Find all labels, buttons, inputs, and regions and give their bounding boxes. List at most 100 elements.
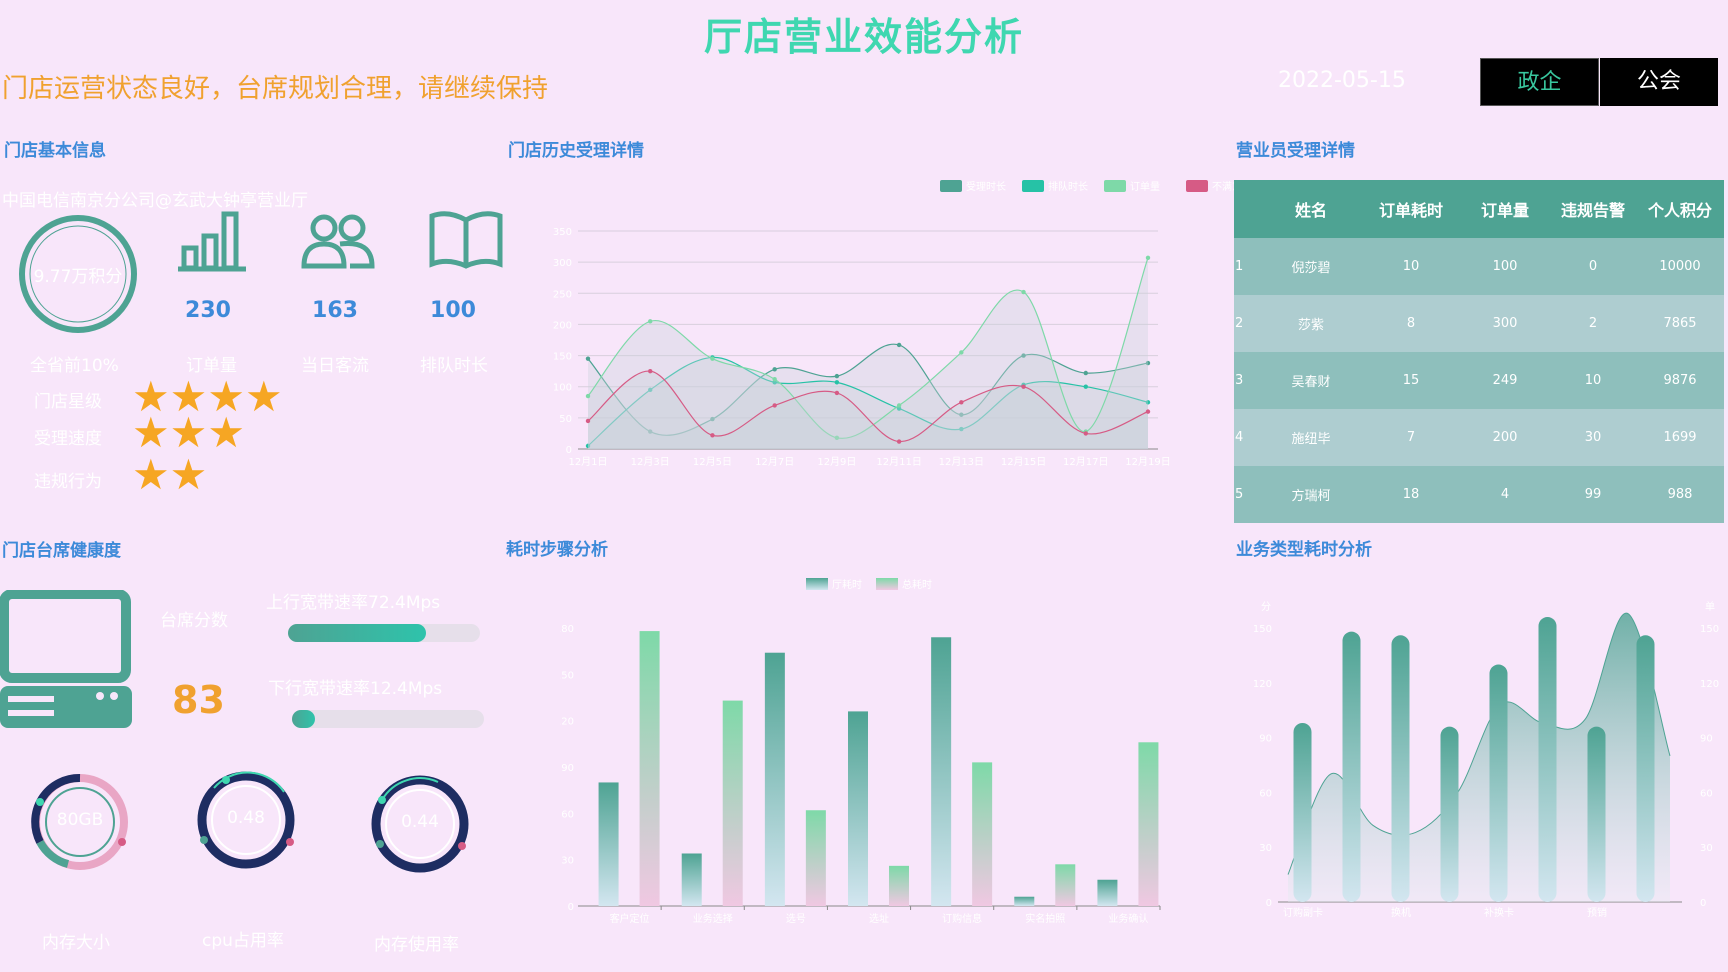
legend-swatch: [806, 578, 828, 590]
score-value: 9.77万积分: [33, 267, 123, 287]
data-point: [772, 403, 777, 408]
union-button[interactable]: 公会: [1600, 58, 1718, 106]
legend-label: 总耗时: [902, 578, 932, 591]
x-tick-label: 预销: [1587, 906, 1607, 919]
bar-total-time: [805, 810, 826, 906]
rating-label-speed: 受理速度: [34, 429, 102, 449]
data-point: [710, 356, 715, 361]
legend-swatch: [940, 180, 962, 192]
column-header-index: [1234, 180, 1260, 238]
table-row[interactable]: 2 莎紫 8 300 2 7865: [1234, 295, 1724, 352]
star-icon: ★: [244, 372, 283, 421]
legend-label: 受理时长: [966, 181, 1006, 193]
bar: [1342, 631, 1361, 902]
table-cell: 10000: [1636, 238, 1724, 295]
table-row[interactable]: 5 方瑞柯 18 4 99 988: [1234, 466, 1724, 523]
x-tick-label: 12月9日: [817, 456, 856, 468]
table-cell: 249: [1460, 352, 1550, 409]
upload-speed-fill: [288, 624, 427, 642]
table-cell: 4: [1234, 409, 1260, 466]
data-point: [585, 393, 591, 399]
x-tick-label: 业务选择: [693, 912, 733, 925]
status-message: 门店运营状态良好，台席规划合理，请继续保持: [2, 74, 549, 104]
legend-label: 订单量: [1130, 181, 1160, 193]
bar: [1293, 722, 1312, 902]
y-tick-label-left: 150: [1253, 624, 1272, 635]
download-speed-label: 下行宽带速率12.4Mps: [268, 679, 443, 699]
data-point: [834, 390, 840, 396]
table-cell: 8: [1362, 295, 1460, 352]
column-header-name: 姓名: [1260, 180, 1362, 238]
table-cell: 200: [1460, 409, 1550, 466]
table-cell: 3: [1234, 352, 1260, 409]
rating-stars-violation: ★★: [132, 454, 207, 496]
store-info-title: 门店基本信息: [4, 141, 106, 161]
y-tick-label: 30: [561, 856, 574, 867]
table-row[interactable]: 4 施纽毕 7 200 30 1699: [1234, 409, 1724, 466]
queue-time-label: 排队时长: [420, 356, 488, 376]
y-tick-label-right: 30: [1700, 843, 1713, 854]
x-tick-label: 12月5日: [693, 456, 732, 468]
cpu-usage-value: 0.48: [227, 808, 265, 828]
legend-swatch: [1186, 180, 1208, 192]
bar-total-time: [1055, 864, 1076, 906]
data-point: [959, 350, 964, 355]
column-header-order-time: 订单耗时: [1362, 180, 1460, 238]
data-point: [896, 439, 902, 444]
table-cell: 99: [1550, 466, 1636, 523]
history-line-chart: 0 50 100 150 200 250 300 350 12月1日 12月3日 12月5日 12月7…: [553, 180, 1238, 468]
y-tick-label: 0: [566, 445, 572, 456]
memory-size-value: 80GB: [56, 810, 104, 830]
table-cell: 1: [1234, 238, 1260, 295]
rating-label-store: 门店星级: [34, 392, 102, 412]
x-tick-label: 选号: [786, 912, 806, 925]
x-tick-label: 12月15日: [1001, 456, 1046, 468]
score-ring: 9.77万积分: [18, 214, 138, 334]
daily-visitors-label: 当日客流: [301, 356, 369, 376]
table-row[interactable]: 3 吴春财 15 249 10 9876: [1234, 352, 1724, 409]
data-point: [1083, 370, 1088, 376]
daily-visitors: 163: [312, 298, 358, 323]
bar-total-time: [639, 631, 660, 906]
y-tick-label: 100: [553, 383, 572, 394]
y-tick-label-right: 120: [1700, 679, 1719, 690]
business-analysis-title: 业务类型耗时分析: [1236, 540, 1372, 560]
table-cell: 300: [1460, 295, 1550, 352]
memory-usage-value: 0.44: [401, 812, 439, 832]
staff-table-container: 姓名 订单耗时 订单量 违规告警 个人积分 1 倪莎碧 10 100 0 10000 2 莎紫…: [1234, 180, 1724, 523]
step-bar-chart: 0 30 60 90 120 150 180 客户定位 业务选择 选号 选址 订购信息 实名拍照 业务确认…: [560, 578, 1161, 925]
bar-hall-time: [598, 782, 619, 906]
data-point: [648, 319, 653, 324]
legend-swatch: [1022, 180, 1044, 192]
x-tick-label: 选址: [869, 912, 889, 925]
data-point: [896, 403, 902, 408]
step-analysis-title: 耗时步骤分析: [506, 540, 608, 560]
y-tick-label: 150: [553, 352, 572, 363]
bar-total-time: [889, 865, 909, 906]
gov-enterprise-button[interactable]: 政企: [1480, 58, 1599, 106]
x-tick-label: 订购信息: [942, 912, 982, 925]
table-cell: 1699: [1636, 409, 1724, 466]
computer-icon: [0, 589, 132, 732]
star-icon: ★: [207, 408, 245, 457]
business-bar-area-chart: 分 单 0 30 60 90 120 150 0 30 60 90 120 150 订购副卡 换机 补换卡 预销: [1253, 601, 1719, 919]
table-cell: 10: [1362, 238, 1460, 295]
y-tick-label: 150: [560, 670, 574, 681]
y-tick-label: 250: [553, 289, 572, 300]
bar-hall-time: [681, 853, 702, 906]
bar-hall-time: [1014, 896, 1035, 906]
bar-chart-icon: [176, 208, 248, 276]
data-point: [1083, 384, 1088, 389]
data-point: [834, 380, 840, 385]
y-tick-label: 180: [560, 624, 574, 635]
y-tick-label-left: 30: [1259, 843, 1272, 854]
table-cell: 10: [1550, 352, 1636, 409]
data-point: [1145, 255, 1151, 260]
table-row[interactable]: 1 倪莎碧 10 100 0 10000: [1234, 238, 1724, 295]
download-speed-fill: [292, 710, 316, 728]
data-point: [648, 368, 653, 374]
table-cell: 吴春财: [1260, 352, 1362, 409]
table-cell: 100: [1460, 238, 1550, 295]
data-point: [585, 356, 591, 361]
column-header-violations: 违规告警: [1550, 180, 1636, 238]
